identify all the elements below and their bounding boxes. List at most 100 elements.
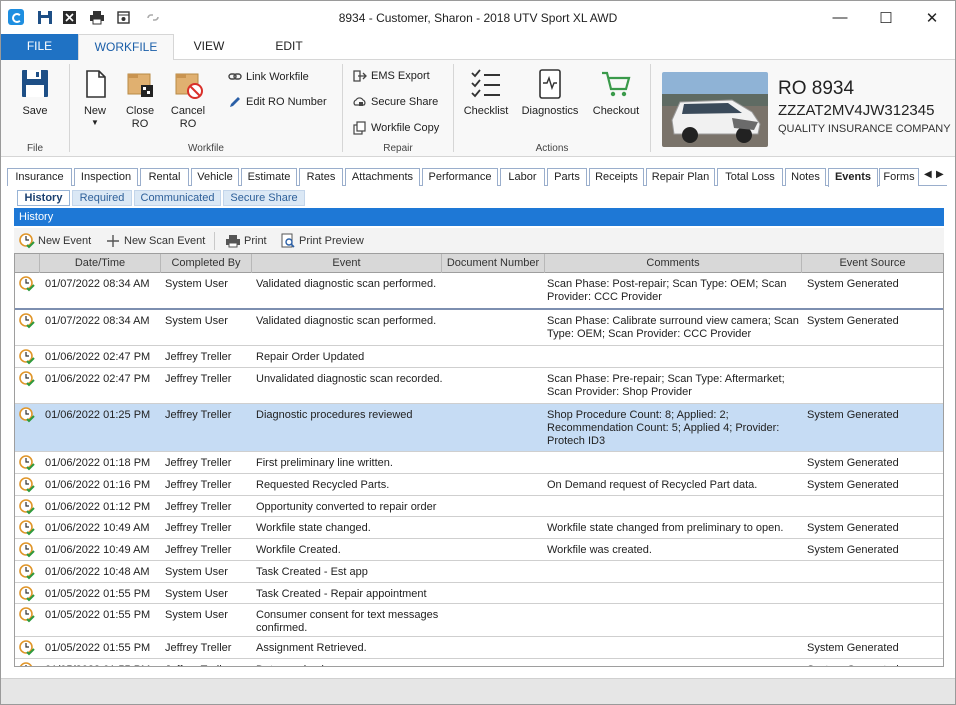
cell-source: System Generated (807, 544, 899, 556)
checklist-button[interactable]: Checklist (461, 68, 511, 118)
ems-export-label: EMS Export (371, 70, 430, 82)
column-header-event[interactable]: Event (252, 254, 442, 273)
new-scan-event-button[interactable]: New Scan Event (105, 233, 205, 249)
save-quick-icon[interactable] (37, 10, 53, 25)
table-row[interactable]: 01/06/2022 10:49 AM Jeffrey Treller Workfi… (15, 539, 943, 561)
tab-rental[interactable]: Rental (140, 168, 189, 186)
print-preview-quick-icon[interactable] (116, 10, 132, 25)
tab-total-loss[interactable]: Total Loss (717, 168, 783, 186)
print-button[interactable]: Print (225, 233, 267, 249)
print-label: Print (244, 235, 267, 247)
tab-repair-plan[interactable]: Repair Plan (646, 168, 715, 186)
new-event-button[interactable]: New Event (19, 233, 91, 249)
tab-file[interactable]: FILE (1, 34, 78, 60)
cell-source: System Generated (807, 479, 899, 491)
edit-ro-number-button[interactable]: Edit RO Number (228, 93, 327, 111)
checkout-button[interactable]: Checkout (589, 68, 643, 118)
tab-notes[interactable]: Notes (785, 168, 826, 186)
tab-receipts[interactable]: Receipts (589, 168, 644, 186)
tab-attachments[interactable]: Attachments (345, 168, 420, 186)
column-header-document-number[interactable]: Document Number (442, 254, 545, 273)
export-arrow-icon (353, 69, 367, 83)
table-row[interactable]: 01/05/2022 01:55 PM System User Task Creat… (15, 583, 943, 604)
new-button[interactable]: New ▼ (76, 68, 114, 128)
tab-performance[interactable]: Performance (422, 168, 498, 186)
tab-edit[interactable]: EDIT (259, 34, 319, 60)
clock-check-icon (19, 455, 35, 471)
minimize-button[interactable]: — (817, 1, 863, 34)
subtab-communicated[interactable]: Communicated (134, 190, 221, 206)
table-row[interactable]: 01/06/2022 02:47 PM Jeffrey Treller Repair… (15, 346, 943, 368)
cell-event: Repair Order Updated (256, 351, 365, 363)
secure-share-button[interactable]: Secure Share (353, 93, 438, 111)
tab-parts[interactable]: Parts (547, 168, 587, 186)
table-row[interactable]: 01/07/2022 08:34 AM System User Validated … (15, 273, 943, 310)
column-header-comments[interactable]: Comments (545, 254, 802, 273)
checkout-label: Checkout (592, 105, 640, 117)
tab-scroll-right-icon[interactable]: ▶ (936, 169, 944, 180)
save-button[interactable]: Save (15, 68, 55, 118)
cancel-ro-button[interactable]: Cancel RO (166, 68, 210, 131)
vehicle-photo (662, 72, 768, 147)
column-header-completed-by[interactable]: Completed By (161, 254, 252, 273)
cell-source: System Generated (807, 409, 899, 421)
tab-workfile[interactable]: WORKFILE (78, 34, 174, 61)
tab-insurance[interactable]: Insurance (7, 168, 72, 186)
table-row[interactable]: 01/06/2022 10:49 AM Jeffrey Treller Workfi… (15, 517, 943, 539)
copy-icon (353, 121, 367, 135)
link-workfile-button[interactable]: Link Workfile (228, 68, 309, 86)
table-row[interactable]: 01/06/2022 01:16 PM Jeffrey Treller Reques… (15, 474, 943, 496)
tab-estimate[interactable]: Estimate (241, 168, 297, 186)
edit-ro-number-label: Edit RO Number (246, 96, 327, 108)
table-row[interactable]: 01/05/2022 01:55 PM Jeffrey TrellerData r… (15, 659, 943, 666)
subtab-required[interactable]: Required (72, 190, 132, 206)
table-row[interactable]: 01/06/2022 01:25 PM Jeffrey Treller Diagno… (15, 404, 943, 452)
cell-completed-by: Jeffrey Treller (165, 664, 253, 666)
table-row[interactable]: 01/05/2022 01:55 PM System User Consumer c… (15, 604, 943, 637)
table-row[interactable]: 01/06/2022 10:48 AM System User Task Creat… (15, 561, 943, 583)
tab-view[interactable]: VIEW (179, 34, 239, 60)
ribbon-divider (342, 64, 343, 152)
clock-check-icon (19, 607, 35, 623)
cell-completed-by: Jeffrey Treller (165, 642, 232, 654)
tab-labor[interactable]: Labor (500, 168, 545, 186)
print-quick-icon[interactable] (89, 10, 105, 25)
cell-datetime: 01/06/2022 01:16 PM (45, 479, 151, 491)
tab-vehicle[interactable]: Vehicle (191, 168, 239, 186)
table-row[interactable]: 01/07/2022 08:34 AM System User Validated … (15, 310, 943, 346)
table-row[interactable]: 01/06/2022 01:12 PM Jeffrey Treller Opport… (15, 496, 943, 517)
cell-completed-by: Jeffrey Treller (165, 544, 232, 556)
tab-forms[interactable]: Forms (879, 168, 919, 186)
table-row[interactable]: 01/06/2022 02:47 PM Jeffrey Treller Unvali… (15, 368, 943, 404)
diagnostics-button[interactable]: Diagnostics (519, 68, 581, 118)
subtab-secure-share[interactable]: Secure Share (223, 190, 305, 206)
close-button[interactable]: ✕ (909, 1, 955, 34)
app-logo-icon[interactable] (8, 9, 24, 25)
cell-completed-by: System User (165, 588, 228, 600)
ems-export-button[interactable]: EMS Export (353, 67, 430, 85)
tab-scroll-left-icon[interactable]: ◀ (924, 169, 932, 180)
table-row[interactable]: 01/05/2022 01:55 PM Jeffrey Treller Assign… (15, 637, 943, 659)
cell-datetime: 01/06/2022 01:25 PM (45, 409, 151, 421)
subtab-history[interactable]: History (17, 190, 70, 206)
workfile-copy-button[interactable]: Workfile Copy (353, 119, 439, 137)
link-quick-icon[interactable] (145, 10, 161, 25)
export-quick-icon[interactable] (62, 10, 78, 25)
print-preview-button[interactable]: Print Preview (280, 233, 364, 249)
cell-event: Validated diagnostic scan performed. (256, 315, 437, 327)
clock-check-icon (19, 499, 35, 515)
tab-events[interactable]: Events (828, 168, 878, 187)
column-header-datetime[interactable]: Date/Time (40, 254, 161, 273)
tab-inspection[interactable]: Inspection (74, 168, 138, 186)
column-header-event-source[interactable]: Event Source (802, 254, 943, 273)
cell-datetime: 01/07/2022 08:34 AM (45, 315, 150, 327)
tab-rates[interactable]: Rates (299, 168, 343, 186)
close-ro-button[interactable]: Close RO (119, 68, 161, 131)
ribbon-divider (453, 64, 454, 152)
maximize-button[interactable]: ☐ (863, 1, 909, 34)
print-preview-label: Print Preview (299, 235, 364, 247)
table-row[interactable]: 01/06/2022 01:18 PM Jeffrey Treller First … (15, 452, 943, 474)
clock-check-icon (19, 371, 35, 387)
cell-event: Opportunity converted to repair order (256, 501, 437, 513)
clock-check-icon (19, 407, 35, 423)
